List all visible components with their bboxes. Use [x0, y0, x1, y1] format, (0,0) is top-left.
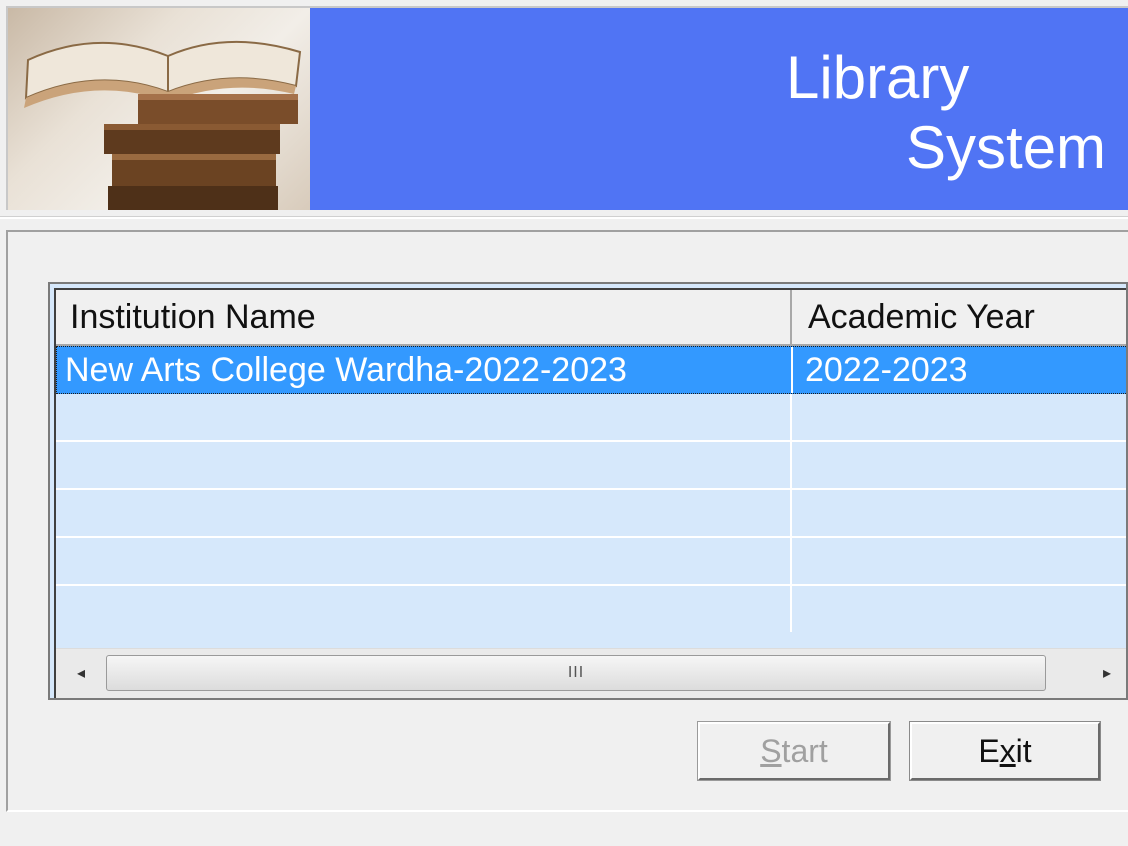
- exit-mnemonic: x: [999, 733, 1016, 769]
- scrollbar-thumb[interactable]: III: [106, 655, 1046, 691]
- separator: [0, 216, 1128, 219]
- horizontal-scrollbar[interactable]: ◂ III ▸: [56, 648, 1126, 698]
- list-frame: Institution Name Academic Year New Arts …: [54, 288, 1126, 698]
- empty-cell: [56, 586, 792, 632]
- table-row[interactable]: New Arts College Wardha-2022-2023 2022-2…: [56, 346, 1126, 394]
- institution-name-cell: New Arts College Wardha-2022-2023: [57, 347, 793, 393]
- books-stack-image: [8, 8, 310, 210]
- start-label-rest: tart: [781, 733, 828, 769]
- scroll-left-arrow-icon[interactable]: ◂: [56, 649, 106, 698]
- list-header: Institution Name Academic Year: [56, 290, 1126, 346]
- empty-cell: [56, 394, 792, 440]
- empty-row: [56, 586, 1126, 634]
- exit-button[interactable]: Exit: [909, 721, 1101, 781]
- empty-cell: [56, 490, 792, 536]
- empty-row: [56, 490, 1126, 538]
- empty-cell: [56, 442, 792, 488]
- banner: Library System: [6, 6, 1128, 210]
- empty-cell: [56, 538, 792, 584]
- banner-title-line1: Library: [786, 44, 970, 111]
- empty-row: [56, 394, 1126, 442]
- academic-year-cell: 2022-2023: [805, 351, 968, 389]
- column-header-institution-name[interactable]: Institution Name: [56, 290, 792, 344]
- scroll-right-arrow-icon[interactable]: ▸: [1082, 649, 1126, 698]
- banner-title-line2: System: [906, 114, 1107, 181]
- start-mnemonic: S: [760, 733, 782, 769]
- empty-row: [56, 538, 1126, 586]
- column-header-academic-year[interactable]: Academic Year: [792, 290, 1126, 344]
- exit-label-rest: it: [1015, 733, 1032, 769]
- exit-label-pre: E: [978, 733, 1000, 769]
- institution-list[interactable]: Institution Name Academic Year New Arts …: [48, 282, 1128, 700]
- empty-row: [56, 442, 1126, 490]
- start-button[interactable]: Start: [697, 721, 891, 781]
